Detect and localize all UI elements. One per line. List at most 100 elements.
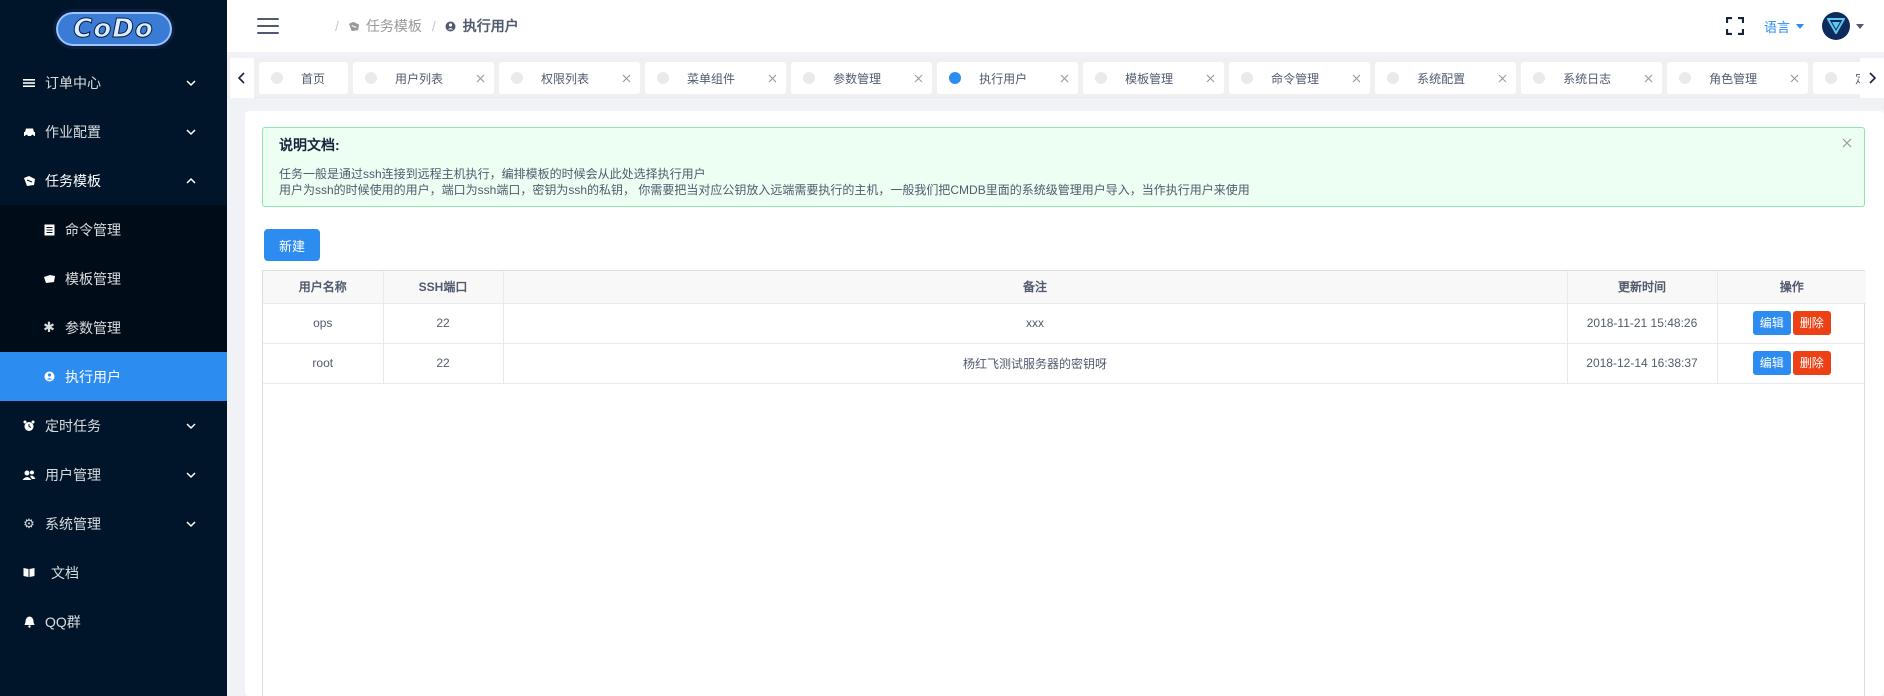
tabs-bar: 首页 用户列表 权限列表 菜单组件 参数管理 执行用户 模板管理 命令管理 系统配置 系统日志 角色… — [227, 58, 1884, 98]
column-header-actions: 操作 — [1717, 271, 1866, 304]
tab-close-icon[interactable] — [1497, 73, 1507, 83]
column-header-username[interactable]: 用户名称 — [263, 271, 384, 304]
tab-item[interactable]: 系统日志 — [1521, 62, 1663, 94]
sidebar-item-label: 作业配置 — [45, 123, 101, 140]
tab-status-dot-icon — [1387, 72, 1400, 84]
cell-ssh-port: 22 — [383, 343, 504, 384]
breadcrumb-item[interactable]: 任务模板 — [348, 16, 422, 36]
users-table: 用户名称 SSH端口 备注 更新时间 操作 ops 22 xxx 2018-11… — [262, 270, 1866, 696]
sidebar-item-execution-user[interactable]: 执行用户 — [0, 352, 227, 401]
tab-item[interactable]: 模板管理 — [1083, 62, 1225, 94]
sidebar-item-label: 命令管理 — [65, 221, 121, 238]
alarm-icon — [22, 419, 36, 433]
language-dropdown[interactable]: 语言 — [1764, 17, 1804, 36]
delete-button[interactable]: 删除 — [1792, 311, 1831, 335]
sidebar-item-command-management[interactable]: 命令管理 — [0, 205, 227, 254]
edit-button[interactable]: 编辑 — [1752, 351, 1791, 375]
sidebar-item-label: 系统管理 — [45, 515, 101, 532]
sidebar-item-system-management[interactable]: ⚙ 系统管理 — [0, 499, 227, 548]
tab-label: 模板管理 — [1125, 71, 1174, 86]
tab-item[interactable]: 首页 — [259, 62, 349, 94]
tab-item[interactable]: 角色管理 — [1667, 62, 1809, 94]
user-circle-icon — [445, 20, 457, 32]
sidebar-item-order-center[interactable]: 订单中心 — [0, 58, 227, 107]
sidebar-item-label: 任务模板 — [45, 172, 101, 189]
tab-status-dot-icon — [271, 72, 283, 84]
chevron-left-icon — [237, 72, 245, 84]
tab-close-icon[interactable] — [913, 73, 923, 83]
caret-down-icon[interactable] — [1856, 23, 1864, 29]
table-row: root 22 杨红飞测试服务器的密钥呀 2018-12-14 16:38:37… — [263, 343, 1866, 384]
header-right: 语言 — [1725, 0, 1864, 52]
sidebar-item-template-management[interactable]: 模板管理 — [0, 254, 227, 303]
sidebar-item-label: 订单中心 — [45, 74, 101, 91]
tab-item[interactable]: 权限列表 — [499, 62, 641, 94]
sidebar-item-label: 用户管理 — [45, 466, 101, 483]
tab-status-dot-icon — [511, 72, 524, 84]
book-icon — [22, 566, 36, 580]
edit-button[interactable]: 编辑 — [1752, 311, 1791, 335]
sidebar-item-user-management[interactable]: 用户管理 — [0, 450, 227, 499]
column-header-updated[interactable]: 更新时间 — [1567, 271, 1718, 304]
sidebar-menu: 订单中心 作业配置 任务模板 命令管理 模板管理 ✱ 参数管理 执行用户 定时任… — [0, 58, 227, 646]
tab-item[interactable]: 命令管理 — [1229, 62, 1371, 94]
tab-label: 首页 — [301, 71, 326, 86]
tab-close-icon[interactable] — [1205, 73, 1215, 83]
tab-status-dot-icon — [1679, 72, 1692, 84]
delete-button[interactable]: 删除 — [1792, 351, 1831, 375]
tab-status-dot-icon — [803, 72, 816, 84]
tabs-scroll-left-button[interactable] — [230, 58, 254, 98]
tab-status-dot-icon — [1825, 72, 1838, 84]
cell-actions: 编辑 删除 — [1717, 343, 1866, 384]
tab-item[interactable]: 执行用户 — [937, 62, 1079, 94]
chevron-down-icon — [185, 420, 197, 432]
tab-close-icon[interactable] — [475, 73, 485, 83]
tab-item[interactable]: 定时列表 — [1813, 62, 1860, 94]
tab-status-dot-icon — [1095, 72, 1108, 84]
sidebar-item-task-template[interactable]: 任务模板 — [0, 156, 227, 205]
chevron-down-icon — [185, 126, 197, 138]
tab-close-icon[interactable] — [1643, 73, 1653, 83]
cell-remark: 杨红飞测试服务器的密钥呀 — [503, 343, 1568, 384]
tab-label: 系统配置 — [1417, 71, 1466, 86]
sidebar-item-scheduled-task[interactable]: 定时任务 — [0, 401, 227, 450]
chevron-up-icon — [185, 175, 197, 187]
sidebar-item-job-config[interactable]: 作业配置 — [0, 107, 227, 156]
tab-label: 菜单组件 — [687, 71, 736, 86]
chevron-down-icon — [185, 77, 197, 89]
tab-close-icon[interactable] — [621, 73, 631, 83]
avatar[interactable] — [1822, 12, 1850, 40]
tab-item[interactable]: 系统配置 — [1375, 62, 1517, 94]
tab-close-icon[interactable] — [1789, 73, 1799, 83]
sidebar: CoDo 订单中心 作业配置 任务模板 命令管理 模板管理 ✱ 参数管理 执行用… — [0, 0, 227, 696]
tab-item[interactable]: 参数管理 — [791, 62, 933, 94]
sidebar-item-label: 定时任务 — [45, 417, 101, 434]
sidebar-item-docs[interactable]: 文档 — [0, 548, 227, 597]
tabs-scroll-right-button[interactable] — [1860, 58, 1884, 98]
tab-close-icon[interactable] — [767, 73, 777, 83]
close-icon[interactable] — [1842, 138, 1852, 148]
sidebar-item-parameter-management[interactable]: ✱ 参数管理 — [0, 303, 227, 352]
menu-toggle-icon[interactable] — [257, 18, 279, 34]
cell-remark: xxx — [503, 303, 1568, 344]
tab-label: 参数管理 — [833, 71, 882, 86]
fullscreen-icon[interactable] — [1725, 17, 1744, 35]
cell-ssh-port: 22 — [383, 303, 504, 344]
users-icon — [22, 468, 36, 482]
tab-close-icon[interactable] — [1059, 73, 1069, 83]
sidebar-item-qq-group[interactable]: QQ群 — [0, 597, 227, 646]
tab-label: 角色管理 — [1709, 71, 1758, 86]
tab-status-dot-icon — [1533, 72, 1546, 84]
tab-close-icon[interactable] — [1351, 73, 1361, 83]
column-header-ssh-port[interactable]: SSH端口 — [383, 271, 504, 304]
breadcrumb-item-current: 执行用户 — [445, 16, 519, 36]
new-button[interactable]: 新建 — [264, 229, 320, 261]
doc-icon — [42, 223, 56, 237]
cell-actions: 编辑 删除 — [1717, 303, 1866, 344]
cell-username: ops — [263, 303, 384, 344]
logo[interactable]: CoDo — [0, 0, 227, 58]
tab-item[interactable]: 菜单组件 — [645, 62, 787, 94]
tab-item[interactable]: 用户列表 — [353, 62, 495, 94]
language-label: 语言 — [1763, 19, 1790, 35]
column-header-remark[interactable]: 备注 — [503, 271, 1568, 304]
